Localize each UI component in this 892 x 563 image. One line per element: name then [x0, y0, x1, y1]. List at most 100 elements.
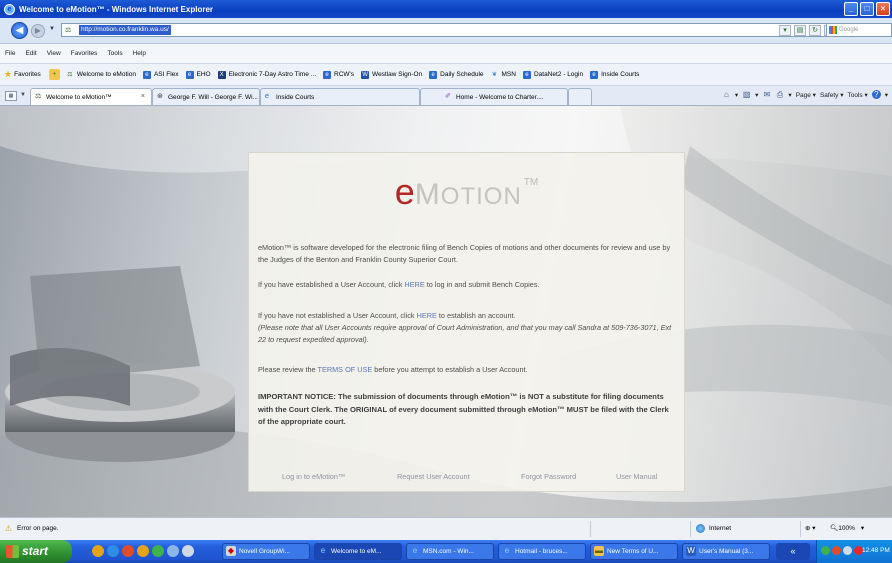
status-divider	[800, 521, 801, 537]
search-input[interactable]: Google	[826, 23, 892, 37]
tray-icon[interactable]	[843, 546, 852, 555]
security-zone[interactable]: Internet	[696, 524, 731, 533]
fav-item-emotion[interactable]: ⚖ Welcome to eMotion	[66, 71, 136, 79]
login-here-link[interactable]: HERE	[404, 280, 424, 289]
quicklaunch-ie-icon[interactable]	[107, 545, 119, 557]
page-menu[interactable]: Page ▾	[796, 91, 816, 99]
task-msn[interactable]: e MSN.com - Win...	[406, 543, 494, 560]
tab-label: Welcome to eMotion™	[46, 93, 112, 101]
task-groupwise[interactable]: ◆ Novell GroupWi...	[222, 543, 310, 560]
login-paragraph: If you have established a User Account, …	[258, 279, 678, 291]
history-dropdown-icon[interactable]: ▼	[49, 26, 55, 32]
user-manual-link[interactable]: User Manual	[616, 472, 657, 481]
menu-tools[interactable]: Tools	[107, 50, 122, 57]
task-welcome-emotion[interactable]: e Welcome to eM...	[314, 543, 402, 560]
register-here-link[interactable]: HERE	[417, 311, 437, 320]
menu-view[interactable]: View	[47, 50, 61, 57]
forgot-password-link[interactable]: Forgot Password	[521, 472, 576, 481]
menu-favorites[interactable]: Favorites	[71, 50, 98, 57]
window-controls: _ □ ×	[844, 2, 890, 16]
quicklaunch-icon[interactable]	[182, 545, 194, 557]
fav-item-datanet2[interactable]: e DataNet2 - Login	[522, 70, 583, 79]
quicklaunch-icon[interactable]	[92, 545, 104, 557]
new-tab-button[interactable]	[568, 88, 592, 105]
refresh-icon[interactable]: ↻	[809, 25, 821, 36]
maximize-button[interactable]: □	[860, 2, 874, 16]
fav-item-inside-courts[interactable]: e Inside Courts	[590, 70, 639, 79]
tray-icon[interactable]	[821, 546, 830, 555]
url-input[interactable]: http://motion.co.franklin.wa.us/	[79, 25, 171, 35]
protected-mode-icon[interactable]: ⊕ ▾	[805, 524, 816, 532]
terms-of-use-link[interactable]: TERMS OF USE	[318, 365, 373, 374]
read-mail-icon[interactable]: ✉	[762, 90, 771, 99]
ie-icon: e	[412, 546, 418, 555]
task-hotmail[interactable]: e Hotmail - bruces...	[498, 543, 586, 560]
google-icon	[829, 26, 837, 34]
quicklaunch-icon[interactable]	[152, 545, 164, 557]
request-account-link[interactable]: Request User Account	[397, 472, 470, 481]
home-icon[interactable]: ⌂	[722, 90, 731, 99]
safety-menu[interactable]: Safety ▾	[820, 91, 844, 99]
home-dropdown-icon[interactable]: ▾	[735, 91, 738, 99]
ie-page-icon: e	[185, 70, 194, 79]
fav-item-eho[interactable]: e EHO	[185, 70, 211, 79]
task-users-manual[interactable]: W User's Manual (3...	[682, 543, 770, 560]
zoom-control[interactable]: 🔍︎ 100% ▾	[830, 524, 864, 533]
tab-welcome-emotion[interactable]: ⚖ Welcome to eMotion™ ×	[30, 88, 152, 105]
taskbar-clock[interactable]: 12:48 PM	[862, 547, 890, 554]
tab-list-dropdown-icon[interactable]: ▼	[20, 92, 26, 98]
logo-tm: TM	[523, 176, 539, 188]
status-bar: ⚠ Error on page. Internet ⊕ ▾ 🔍︎ 100% ▾	[0, 517, 892, 540]
start-button[interactable]: start	[0, 540, 72, 563]
close-button[interactable]: ×	[876, 2, 890, 16]
logo-e: e	[394, 171, 415, 212]
tab-george-will[interactable]: ⊛ George F. Will - George F. Wi...	[152, 88, 260, 105]
back-button[interactable]: ◀	[11, 22, 28, 39]
task-new-terms[interactable]: ▬ New Terms of U...	[590, 543, 678, 560]
ie-page-icon: e	[142, 70, 151, 79]
address-bar[interactable]: ⚖ http://motion.co.franklin.wa.us/ ▾ ▤ ↻…	[61, 23, 841, 37]
fav-item-rcws[interactable]: e RCW's	[323, 70, 354, 79]
status-divider	[590, 521, 591, 537]
menu-file[interactable]: File	[5, 50, 15, 57]
help-dropdown-icon[interactable]: ▾	[885, 91, 888, 99]
login-link[interactable]: Log in to eMotion™	[282, 472, 345, 481]
fav-item-daily-schedule[interactable]: e Daily Schedule	[429, 70, 484, 79]
help-icon[interactable]: ?	[871, 90, 881, 99]
feeds-icon[interactable]: ▧	[742, 90, 751, 99]
tools-menu[interactable]: Tools ▾	[847, 91, 867, 99]
add-favorite-icon[interactable]: +	[48, 69, 60, 80]
fav-item-westlaw[interactable]: W Westlaw Sign-On	[361, 70, 422, 79]
quick-tabs-icon[interactable]: ▦	[5, 91, 17, 101]
tray-icon[interactable]	[832, 546, 841, 555]
x-page-icon: X	[217, 70, 226, 79]
quicklaunch-icon[interactable]	[137, 545, 149, 557]
forward-button[interactable]: ▶	[31, 24, 45, 38]
menu-edit[interactable]: Edit	[25, 50, 36, 57]
menu-help[interactable]: Help	[133, 50, 146, 57]
close-tab-icon[interactable]: ×	[141, 93, 145, 100]
quicklaunch-icon[interactable]	[122, 545, 134, 557]
minimize-button[interactable]: _	[844, 2, 858, 16]
fav-item-asi-flex[interactable]: e ASI Flex	[142, 70, 179, 79]
error-status[interactable]: ⚠ Error on page.	[5, 524, 59, 533]
tab-charter[interactable]: ✐ Home - Welcome to Charter....	[420, 88, 568, 105]
tab-inside-courts[interactable]: e Inside Courts	[260, 88, 420, 105]
print-dropdown-icon[interactable]: ▾	[788, 91, 791, 99]
address-dropdown-icon[interactable]: ▾	[779, 25, 791, 36]
favorites-star-icon[interactable]: ★	[4, 69, 12, 80]
show-more-tasks-icon[interactable]: «	[776, 543, 810, 560]
fav-label: MSN	[501, 71, 516, 78]
status-divider	[690, 521, 691, 537]
compatibility-view-icon[interactable]: ▤	[794, 25, 806, 36]
important-notice: IMPORTANT NOTICE: The submission of docu…	[258, 392, 669, 426]
quicklaunch-icon[interactable]	[167, 545, 179, 557]
feeds-dropdown-icon[interactable]: ▾	[755, 91, 758, 99]
print-icon[interactable]: ⎙	[775, 90, 784, 99]
task-label: MSN.com - Win...	[423, 548, 474, 555]
fav-item-astro-time[interactable]: X Electronic 7-Day Astro Time ...	[217, 70, 316, 79]
favorites-button[interactable]: Favorites	[14, 71, 41, 78]
scales-icon: ⚖	[67, 71, 73, 78]
task-label: New Terms of U...	[607, 548, 659, 555]
fav-item-msn[interactable]: ❦ MSN	[491, 71, 516, 79]
